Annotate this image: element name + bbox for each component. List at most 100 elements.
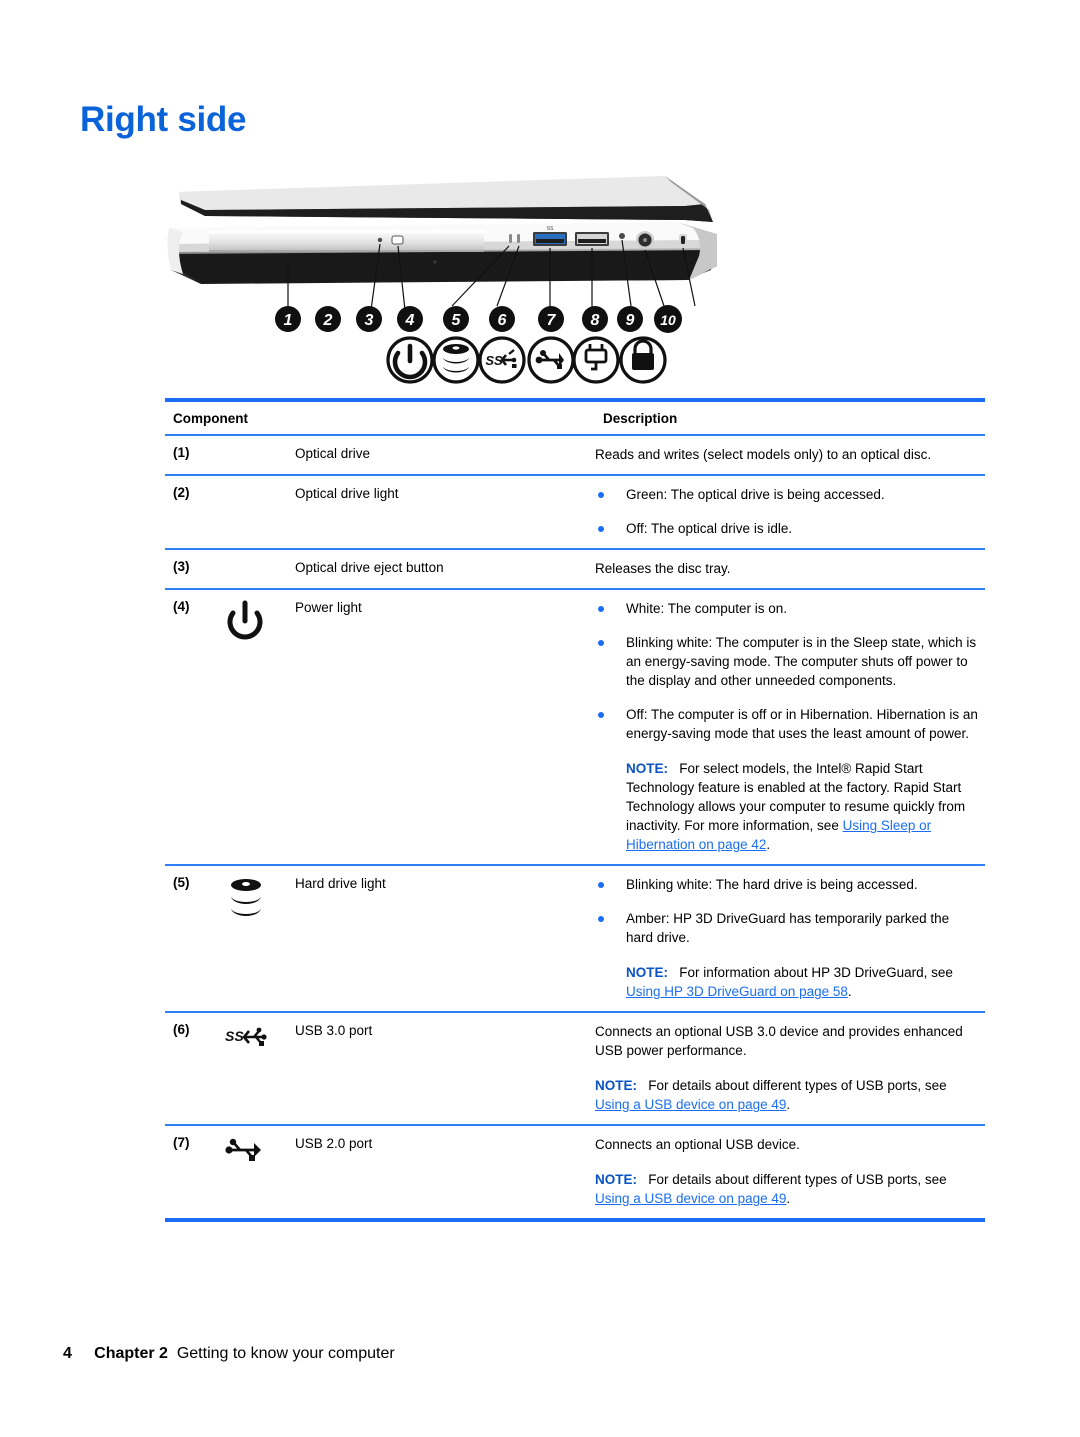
note-block: NOTE: For information about HP 3D DriveG… — [595, 963, 979, 1001]
bullet-item: Blinking white: The hard drive is being … — [595, 875, 979, 894]
row-icon-cell — [205, 1135, 295, 1208]
svg-text:8: 8 — [591, 312, 600, 329]
note-text-after: . — [786, 1097, 791, 1112]
component-name: USB 3.0 port — [295, 1023, 373, 1038]
svg-text:6: 6 — [498, 312, 507, 329]
svg-text:10: 10 — [660, 312, 676, 328]
cross-reference-link[interactable]: Using HP 3D DriveGuard on page 58 — [626, 984, 848, 999]
note-text: For details about different types of USB… — [648, 1172, 947, 1187]
note-block: NOTE: For select models, the Intel® Rapi… — [595, 759, 979, 854]
row-number: (6) — [173, 1022, 190, 1037]
cross-reference-link[interactable]: Using a USB device on page 49 — [595, 1097, 786, 1112]
bullet-item: White: The computer is on. — [595, 599, 979, 618]
svg-text:3: 3 — [365, 312, 374, 329]
component-name: Optical drive light — [295, 486, 399, 501]
description-text: Releases the disc tray. — [595, 561, 731, 576]
laptop-lid-shape — [179, 176, 713, 222]
callout-6: 6 — [489, 306, 515, 332]
note-text-after: . — [786, 1191, 791, 1206]
note-block: NOTE: For details about different types … — [595, 1170, 979, 1208]
svg-text:5: 5 — [452, 312, 462, 329]
document-page: Right side SS 1 2 3 4 5 6 7 8 9 10 SS Co… — [0, 0, 1080, 1437]
page-title: Right side — [80, 100, 247, 139]
svg-text:SS: SS — [485, 353, 503, 368]
callout-10: 10 — [654, 305, 682, 333]
hard-drive-icon — [223, 875, 269, 930]
figure-legend-icons: SS — [386, 336, 667, 384]
table-row: (4) Power light White: The computer is o… — [165, 590, 985, 864]
footer-chapter-title: Getting to know your computer — [176, 1345, 395, 1362]
component-description: Connects an optional USB device. NOTE: F… — [595, 1135, 985, 1208]
hard-drive-icon — [432, 336, 480, 384]
note-text-after: . — [766, 837, 771, 852]
note-text: For information about HP 3D DriveGuard, … — [679, 965, 953, 980]
component-description: Connects an optional USB 3.0 device and … — [595, 1022, 985, 1114]
security-cable-slot-shape — [679, 234, 687, 246]
bullet-item: Amber: HP 3D DriveGuard has temporarily … — [595, 909, 979, 947]
cross-reference-link[interactable]: Using a USB device on page 49 — [595, 1191, 786, 1206]
ac-adapter-light-shape — [619, 233, 625, 239]
power-connector-shape — [636, 231, 654, 249]
component-name: Power light — [295, 600, 362, 615]
note-text: For details about different types of USB… — [648, 1078, 947, 1093]
power-connector-icon — [572, 336, 620, 384]
usb-2-port-shape — [575, 232, 609, 246]
power-icon — [386, 336, 434, 384]
table-row: (5) Hard drive light Blinking white: The… — [165, 866, 985, 1011]
note-label: NOTE: — [626, 761, 668, 776]
column-header-description: Description — [603, 411, 678, 426]
note-label: NOTE: — [626, 965, 668, 980]
bullet-item: Off: The computer is off or in Hibernati… — [595, 705, 979, 743]
row-number: (2) — [173, 485, 190, 500]
bullet-item: Off: The optical drive is idle. — [595, 519, 979, 538]
description-text: Reads and writes (select models only) to… — [595, 447, 932, 462]
table-row: (1) Optical drive Reads and writes (sele… — [165, 436, 985, 474]
table-header-row: Component Description — [165, 402, 985, 434]
callout-1: 1 — [275, 306, 301, 332]
usb-3-icon: SS — [223, 1022, 273, 1057]
callout-8: 8 — [582, 306, 608, 332]
svg-text:2: 2 — [323, 312, 333, 329]
laptop-right-side-figure: SS 1 2 3 4 5 6 7 8 9 10 SS — [165, 170, 725, 390]
note-label: NOTE: — [595, 1078, 637, 1093]
description-text: Connects an optional USB 3.0 device and … — [595, 1024, 963, 1058]
row-icon-cell — [205, 445, 295, 464]
row-number: (1) — [173, 445, 190, 460]
svg-text:1: 1 — [284, 312, 293, 329]
row-number: (4) — [173, 599, 190, 614]
table-row: (3) Optical drive eject button Releases … — [165, 550, 985, 588]
description-bullet-list: White: The computer is on. Blinking whit… — [595, 599, 979, 743]
callout-2: 2 — [315, 306, 341, 332]
table-row: (6) SS USB 3.0 port Connects an optional… — [165, 1013, 985, 1124]
component-description: Blinking white: The hard drive is being … — [595, 875, 985, 1001]
callout-3: 3 — [356, 306, 382, 332]
table-row: (7) USB 2.0 port Connects an optional US… — [165, 1126, 985, 1218]
svg-text:SS: SS — [225, 1028, 244, 1044]
usb-2-icon — [223, 1135, 273, 1170]
callout-9: 9 — [617, 306, 643, 332]
component-name: Hard drive light — [295, 876, 386, 891]
lock-icon — [619, 336, 667, 384]
table-row: (2) Optical drive light Green: The optic… — [165, 476, 985, 548]
row-number: (5) — [173, 875, 190, 890]
component-description: White: The computer is on. Blinking whit… — [595, 599, 985, 854]
component-name: Optical drive — [295, 446, 371, 461]
row-icon-cell — [205, 875, 295, 1001]
svg-text:SS: SS — [547, 226, 554, 232]
component-description: Reads and writes (select models only) to… — [595, 445, 985, 464]
component-description: Green: The optical drive is being access… — [595, 485, 985, 538]
callout-4: 4 — [397, 306, 423, 332]
row-icon-cell — [205, 599, 295, 854]
callout-5: 5 — [443, 306, 469, 332]
svg-text:9: 9 — [626, 312, 635, 329]
row-number: (7) — [173, 1135, 190, 1150]
usb-3-icon: SS — [478, 336, 526, 384]
note-block: NOTE: For details about different types … — [595, 1076, 979, 1114]
page-footer: 4 Chapter 2 Getting to know your compute… — [63, 1345, 395, 1363]
note-label: NOTE: — [595, 1172, 637, 1187]
usb-2-icon — [527, 336, 575, 384]
component-table: Component Description (1) Optical drive … — [165, 398, 985, 1222]
bullet-item: Blinking white: The computer is in the S… — [595, 633, 979, 690]
footer-chapter: Chapter 2 — [94, 1345, 168, 1362]
row-icon-cell — [205, 485, 295, 538]
